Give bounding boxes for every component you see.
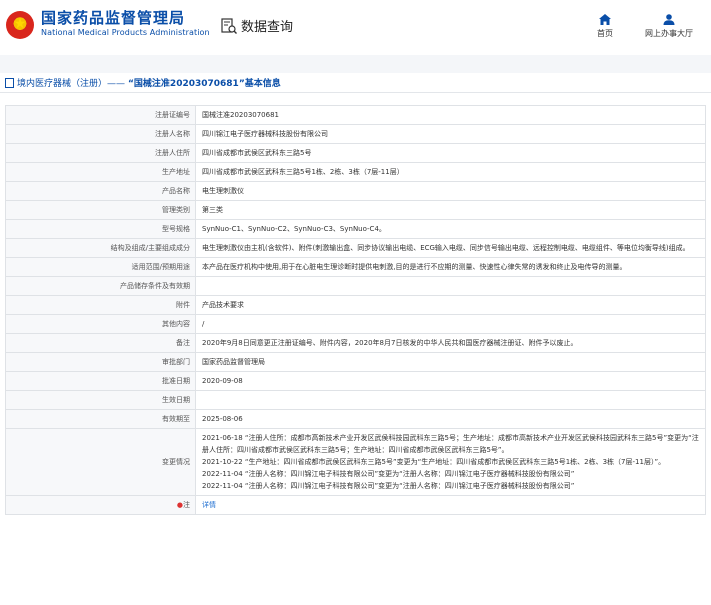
field-label: 管理类别 <box>5 200 196 220</box>
note-label-cell: ●注 <box>5 495 196 515</box>
field-value: 本产品在医疗机构中使用,用于在心脏电生理诊断时提供电刺激,目的是进行不应期的测量… <box>195 257 706 277</box>
field-label: 注册人名称 <box>5 124 196 144</box>
data-query-link[interactable]: 数据查询 <box>221 16 293 35</box>
field-value: 电生理刺激仪由主机(含软件)、附件(刺激输出盒、同步协议输出电缆、ECG输入电缆… <box>195 238 706 258</box>
field-value: 四川省成都市武侯区武科东三路5号 <box>195 143 706 163</box>
table-row: 适用范围/预期用途 本产品在医疗机构中使用,用于在心脏电生理诊断时提供电刺激,目的… <box>5 257 706 277</box>
change-history-list: 2021-06-18 “注册人住所：成都市高新技术产业开发区武侯科技园武科东三路… <box>195 428 706 496</box>
change-history-entry: 2022-11-04 “注册人名称：四川锦江电子科技有限公司”变更为“注册人名称… <box>202 470 575 478</box>
note-value: 详情 <box>195 495 706 515</box>
registration-info-table: 注册证编号 国械注准20203070681 注册人名称 四川锦江电子医疗器械科技股份有… <box>5 105 706 515</box>
field-label: 注册证编号 <box>5 105 196 125</box>
table-row: 注册证编号 国械注准20203070681 <box>5 105 706 125</box>
home-icon <box>599 14 611 25</box>
site-logo[interactable]: 国家药品监督管理局 National Medical Products Admi… <box>41 9 210 39</box>
table-row: 注册人名称 四川锦江电子医疗器械科技股份有限公司 <box>5 124 706 144</box>
field-value: SynNuo-C1、SynNuo-C2、SynNuo-C3、SynNuo-C4。 <box>195 219 706 239</box>
field-value: 四川省成都市武侯区武科东三路5号1栋、2栋、3栋（7层-11层） <box>195 162 706 182</box>
field-label: 产品名称 <box>5 181 196 201</box>
field-value <box>195 276 706 296</box>
table-row: 生产地址 四川省成都市武侯区武科东三路5号1栋、2栋、3栋（7层-11层） <box>5 162 706 182</box>
field-label: 审批部门 <box>5 352 196 372</box>
field-value: 国械注准20203070681 <box>195 105 706 125</box>
table-row: 审批部门 国家药品监督管理局 <box>5 352 706 372</box>
table-row: 产品储存条件及有效期 <box>5 276 706 296</box>
nav-home-label: 首页 <box>597 29 613 38</box>
field-label: 变更情况 <box>5 428 196 496</box>
field-label: 产品储存条件及有效期 <box>5 276 196 296</box>
field-label: 备注 <box>5 333 196 353</box>
field-value: 四川锦江电子医疗器械科技股份有限公司 <box>195 124 706 144</box>
table-row: 注册人住所 四川省成都市武侯区武科东三路5号 <box>5 143 706 163</box>
field-value: 2020-09-08 <box>195 371 706 391</box>
user-icon <box>663 14 675 25</box>
field-label: 生产地址 <box>5 162 196 182</box>
change-history-entry: 2021-10-22 “生产地址：四川省成都市武侯区武科东三路5号”变更为“生产… <box>202 458 666 466</box>
data-query-label: 数据查询 <box>241 20 294 35</box>
table-row: 管理类别 第三类 <box>5 200 706 220</box>
field-value: 产品技术要求 <box>195 295 706 315</box>
change-history-entry: 2021-06-18 “注册人住所：成都市高新技术产业开发区武侯科技园武科东三路… <box>202 434 699 454</box>
field-value: 电生理刺激仪 <box>195 181 706 201</box>
table-row: 结构及组成/主要组成成分 电生理刺激仪由主机(含软件)、附件(刺激输出盒、同步协议… <box>5 238 706 258</box>
header-divider <box>0 55 711 73</box>
brand-name-cn: 国家药品监督管理局 <box>41 9 186 27</box>
field-value <box>195 390 706 410</box>
brand-name-en: National Medical Products Administration <box>41 28 210 37</box>
table-row: 其他内容 / <box>5 314 706 334</box>
breadcrumb-category[interactable]: 境内医疗器械（注册）—— <box>17 76 125 89</box>
field-value: 国家药品监督管理局 <box>195 352 706 372</box>
change-history-entry: 2022-11-04 “注册人名称：四川锦江电子科技有限公司”变更为“注册人名称… <box>202 482 575 490</box>
note-row: ●注 详情 <box>5 495 706 515</box>
table-row: 备注 2020年9月8日同意更正注册证编号、附件内容，2020年8月7日核发的中华… <box>5 333 706 353</box>
change-history-row: 变更情况 2021-06-18 “注册人住所：成都市高新技术产业开发区武侯科技园武… <box>5 428 706 496</box>
field-label: 生效日期 <box>5 390 196 410</box>
field-label: 型号规格 <box>5 219 196 239</box>
nav-hall-label: 网上办事大厅 <box>645 29 693 38</box>
data-search-icon <box>221 17 237 34</box>
field-value: 第三类 <box>195 200 706 220</box>
table-row: 附件 产品技术要求 <box>5 295 706 315</box>
field-label: 适用范围/预期用途 <box>5 257 196 277</box>
nav-home[interactable]: 首页 <box>592 14 618 39</box>
page-title: “国械注准20203070681”基本信息 <box>128 79 281 89</box>
table-row: 有效期至 2025-08-06 <box>5 409 706 429</box>
field-label: 其他内容 <box>5 314 196 334</box>
breadcrumb: 境内医疗器械（注册）—— “国械注准20203070681”基本信息 <box>0 73 711 93</box>
field-label: 批准日期 <box>5 371 196 391</box>
field-label: 注册人住所 <box>5 143 196 163</box>
note-label: 注 <box>183 501 190 509</box>
document-icon <box>5 77 14 88</box>
site-header: ★ 国家药品监督管理局 National Medical Products Ad… <box>0 0 711 55</box>
national-emblem-icon: ★ <box>6 11 34 39</box>
table-row: 产品名称 电生理刺激仪 <box>5 181 706 201</box>
field-value: / <box>195 314 706 334</box>
field-value: 2020年9月8日同意更正注册证编号、附件内容，2020年8月7日核发的中华人民… <box>195 333 706 353</box>
nav-online-service-hall[interactable]: 网上办事大厅 <box>640 14 698 39</box>
field-label: 附件 <box>5 295 196 315</box>
table-row: 生效日期 <box>5 390 706 410</box>
field-label: 有效期至 <box>5 409 196 429</box>
table-row: 型号规格 SynNuo-C1、SynNuo-C2、SynNuo-C3、SynNuo… <box>5 219 706 239</box>
details-link[interactable]: 详情 <box>202 501 216 509</box>
table-row: 批准日期 2020-09-08 <box>5 371 706 391</box>
field-value: 2025-08-06 <box>195 409 706 429</box>
field-label: 结构及组成/主要组成成分 <box>5 238 196 258</box>
